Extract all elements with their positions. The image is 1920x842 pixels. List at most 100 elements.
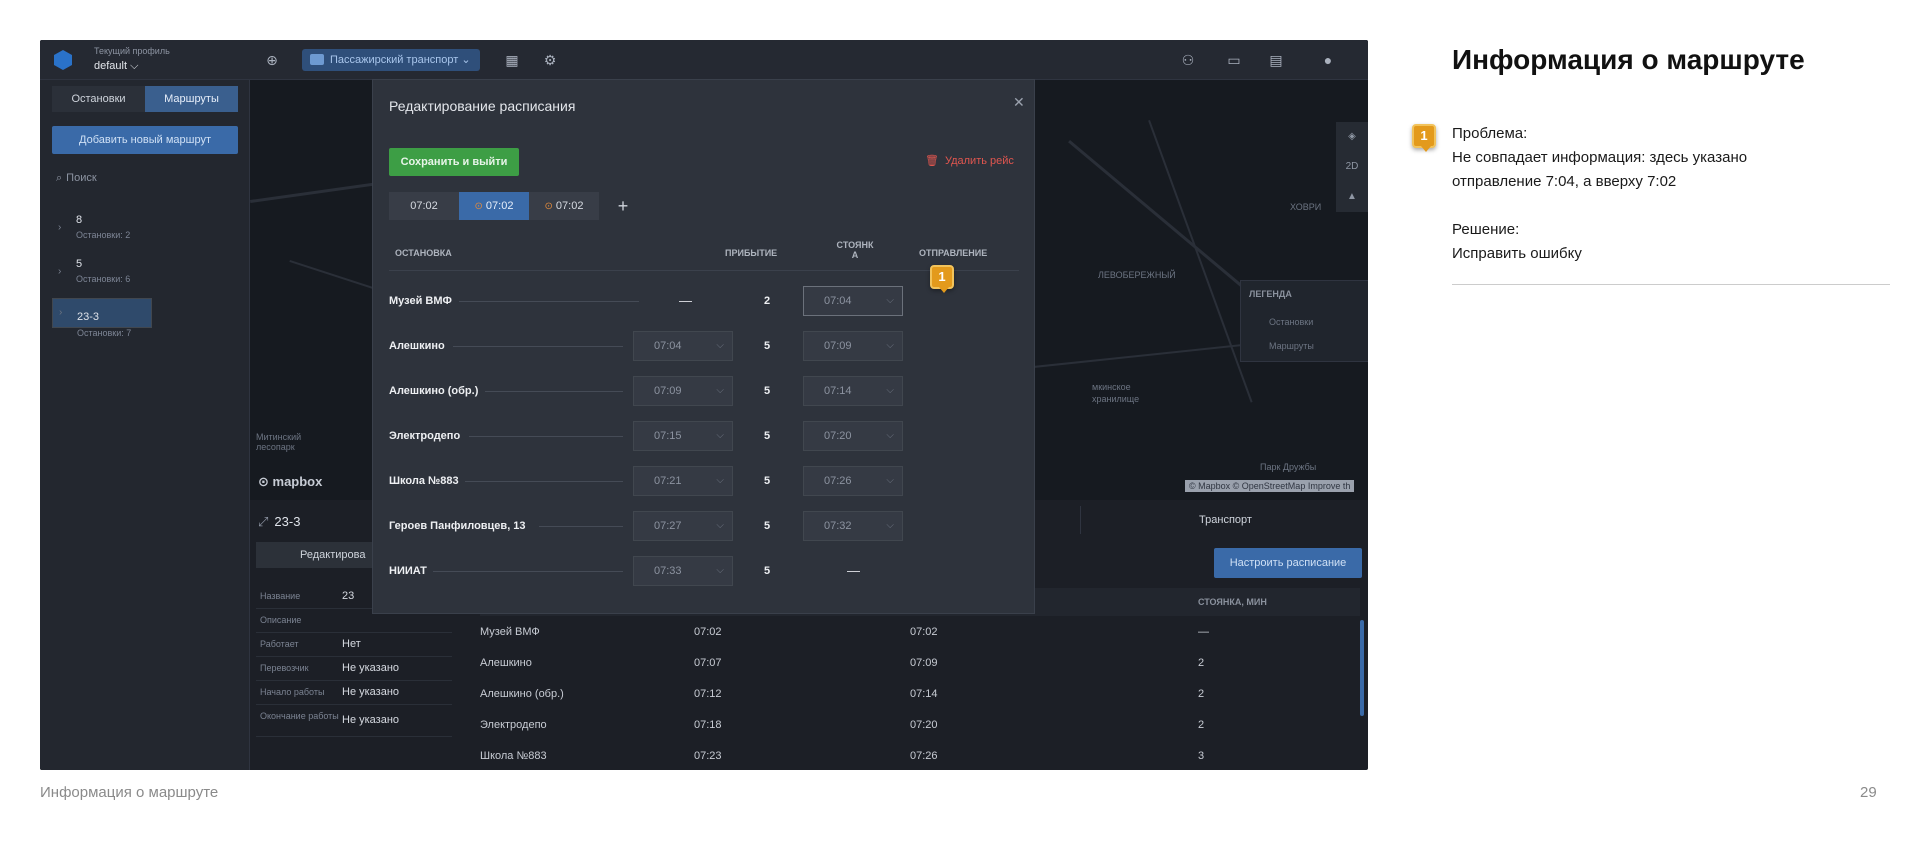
stop-name: Школа №883 xyxy=(389,475,459,487)
map-legend: ЛЕГЕНДА Остановки Маршруты xyxy=(1240,280,1368,362)
arrival-select[interactable]: 07:27 ⌵ xyxy=(633,511,733,541)
cell-parking: — xyxy=(1198,626,1209,638)
header-divider xyxy=(389,270,1019,271)
map-road xyxy=(1148,120,1253,403)
table-row[interactable]: Алешкино (обр.) 07:12 07:14 2 xyxy=(480,680,1350,710)
route-name: 8 xyxy=(76,214,83,226)
arrival-select[interactable]: 07:09 ⌵ xyxy=(633,376,733,406)
route-stops: Остановки: 6 xyxy=(76,274,131,284)
departure-select[interactable]: 07:20 ⌵ xyxy=(803,421,903,451)
chevron-down-icon: ⌵ xyxy=(716,430,724,441)
configure-schedule-button[interactable]: Настроить расписание xyxy=(1214,548,1362,578)
arrival-value: 07:33 xyxy=(654,565,682,577)
arrival-select[interactable]: 07:15 ⌵ xyxy=(633,421,733,451)
compass-icon[interactable]: ▲ xyxy=(1336,182,1368,212)
chevron-down-icon: ⌵ xyxy=(886,430,894,441)
delete-trip-button[interactable]: 🗑 Удалить рейс xyxy=(925,154,1014,167)
table-row[interactable]: Музей ВМФ 07:02 07:02 — xyxy=(480,618,1350,648)
list-item[interactable]: › 5 Остановки: 6 xyxy=(52,254,238,292)
trip-tab[interactable]: ⊙ 07:02 xyxy=(529,192,599,220)
add-route-button[interactable]: Добавить новый маршрут xyxy=(52,126,238,154)
cell-stop: Алешкино (обр.) xyxy=(480,688,564,700)
map-2d-toggle[interactable]: 2D xyxy=(1336,152,1368,182)
column-header-parking: СТОЯНКА, МИН xyxy=(1198,597,1267,607)
cell-departure: 07:14 xyxy=(910,688,938,700)
info-value: 23 xyxy=(342,590,355,602)
tab-routes[interactable]: Маршруты xyxy=(145,86,238,112)
tab-stops[interactable]: Остановки xyxy=(52,86,145,112)
layers-icon[interactable]: ◈ xyxy=(1336,122,1368,152)
arrival-value: 07:04 xyxy=(654,340,682,352)
layout-grid-icon[interactable]: ▦ xyxy=(502,50,522,70)
close-icon[interactable]: ✕ xyxy=(1013,94,1025,111)
map-label: мкинское xyxy=(1092,382,1131,392)
edit-schedule-modal: Редактирование расписания ✕ Сохранить и … xyxy=(372,79,1035,614)
cell-departure: 07:09 xyxy=(910,657,938,669)
footer-title: Информация о маршруте xyxy=(40,784,219,801)
expand-icon[interactable]: ⤢ xyxy=(258,514,268,529)
table-row[interactable]: Электродепо 07:18 07:20 2 xyxy=(480,711,1350,741)
transport-select[interactable]: Пассажирский транспорт ⌄ xyxy=(302,49,480,71)
warning-icon: ⊙ xyxy=(474,201,483,212)
table-row[interactable]: Школа №883 07:23 07:26 3 xyxy=(480,742,1350,770)
departure-value: 07:14 xyxy=(824,385,852,397)
column-header-parking-line1: СТОЯНК xyxy=(836,240,874,250)
trip-tab[interactable]: 07:02 xyxy=(389,192,459,220)
departure-value: 07:20 xyxy=(824,430,852,442)
add-trip-button[interactable]: + xyxy=(611,192,635,220)
arrival-value: 07:21 xyxy=(654,475,682,487)
save-and-exit-button[interactable]: Сохранить и выйти xyxy=(389,148,519,176)
departure-select[interactable]: 07:14 ⌵ xyxy=(803,376,903,406)
transport-select-label: Пассажирский транспорт ⌄ xyxy=(330,54,471,66)
problem-text: Не совпадает информация: здесь указано о… xyxy=(1452,149,1748,190)
search-input[interactable]: ⌕ Поиск xyxy=(56,172,97,185)
cell-stop: Музей ВМФ xyxy=(480,626,540,638)
users-icon[interactable]: ⚇ xyxy=(1178,50,1198,70)
map-label: ХОВРИ xyxy=(1290,202,1322,212)
departure-select[interactable]: 07:32 ⌵ xyxy=(803,511,903,541)
table-row: Алешкино (обр.) 07:09 ⌵ 5 07:14 ⌵ xyxy=(389,370,1019,414)
cell-stop: Электродепо xyxy=(480,719,547,731)
info-value: Не указано xyxy=(342,686,400,698)
clipboard-icon[interactable]: ▤ xyxy=(1266,50,1286,70)
column-header-stop: ОСТАНОВКА xyxy=(395,248,452,258)
archive-icon[interactable]: ▭ xyxy=(1224,50,1244,70)
stop-name: Электродепо xyxy=(389,430,461,442)
user-avatar-icon[interactable]: ● xyxy=(1318,50,1338,70)
cell-arrival: 07:02 xyxy=(694,626,722,638)
info-row: Начало работы Не указано xyxy=(256,681,452,705)
globe-icon[interactable]: ⊕ xyxy=(262,50,282,70)
cell-parking: 2 xyxy=(1198,719,1205,731)
arrival-select[interactable]: 07:21 ⌵ xyxy=(633,466,733,496)
departure-select[interactable]: 07:26 ⌵ xyxy=(803,466,903,496)
map-attribution[interactable]: © Mapbox © OpenStreetMap Improve th xyxy=(1185,480,1355,492)
leader-line xyxy=(485,391,623,392)
chevron-down-icon: ⌵ xyxy=(886,520,894,531)
cell-arrival: 07:12 xyxy=(694,688,722,700)
arrival-select[interactable]: 07:04 ⌵ xyxy=(633,331,733,361)
profile-select[interactable]: default ⌵ xyxy=(94,60,138,73)
column-header-parking: СТОЯНК А xyxy=(833,240,877,260)
trip-tab-label: 07:02 xyxy=(555,200,584,212)
route-stops: Остановки: 7 xyxy=(77,328,132,338)
list-item[interactable]: › 23-3 Остановки: 7 xyxy=(52,298,152,338)
arrival-select[interactable]: 07:33 ⌵ xyxy=(633,556,733,586)
route-settings-icon[interactable]: ⚙ xyxy=(540,50,560,70)
solution-block: Решение: Исправить ошибку xyxy=(1452,218,1832,266)
bus-icon xyxy=(310,54,324,65)
departure-value: 07:26 xyxy=(824,475,852,487)
parking-value: 2 xyxy=(764,295,771,307)
legend-item: Остановки xyxy=(1269,317,1314,327)
table-scrollbar[interactable] xyxy=(1360,620,1364,716)
chevron-down-icon: ⌵ xyxy=(886,340,894,351)
departure-select[interactable]: 07:04 ⌵ xyxy=(803,286,903,316)
trip-tab[interactable]: ⊙ 07:02 xyxy=(459,192,529,220)
departure-select[interactable]: 07:09 ⌵ xyxy=(803,331,903,361)
list-item[interactable]: › 8 Остановки: 2 xyxy=(52,210,238,248)
leader-line xyxy=(433,571,623,572)
table-row[interactable]: Алешкино 07:07 07:09 2 xyxy=(480,649,1350,679)
tab-transport[interactable]: Транспорт xyxy=(1080,506,1368,534)
top-bar: Текущий профиль default ⌵ ⊕ Пассажирский… xyxy=(40,40,1368,80)
slide-title: Информация о маршруте xyxy=(1452,44,1805,75)
departure-value: — xyxy=(847,563,860,578)
